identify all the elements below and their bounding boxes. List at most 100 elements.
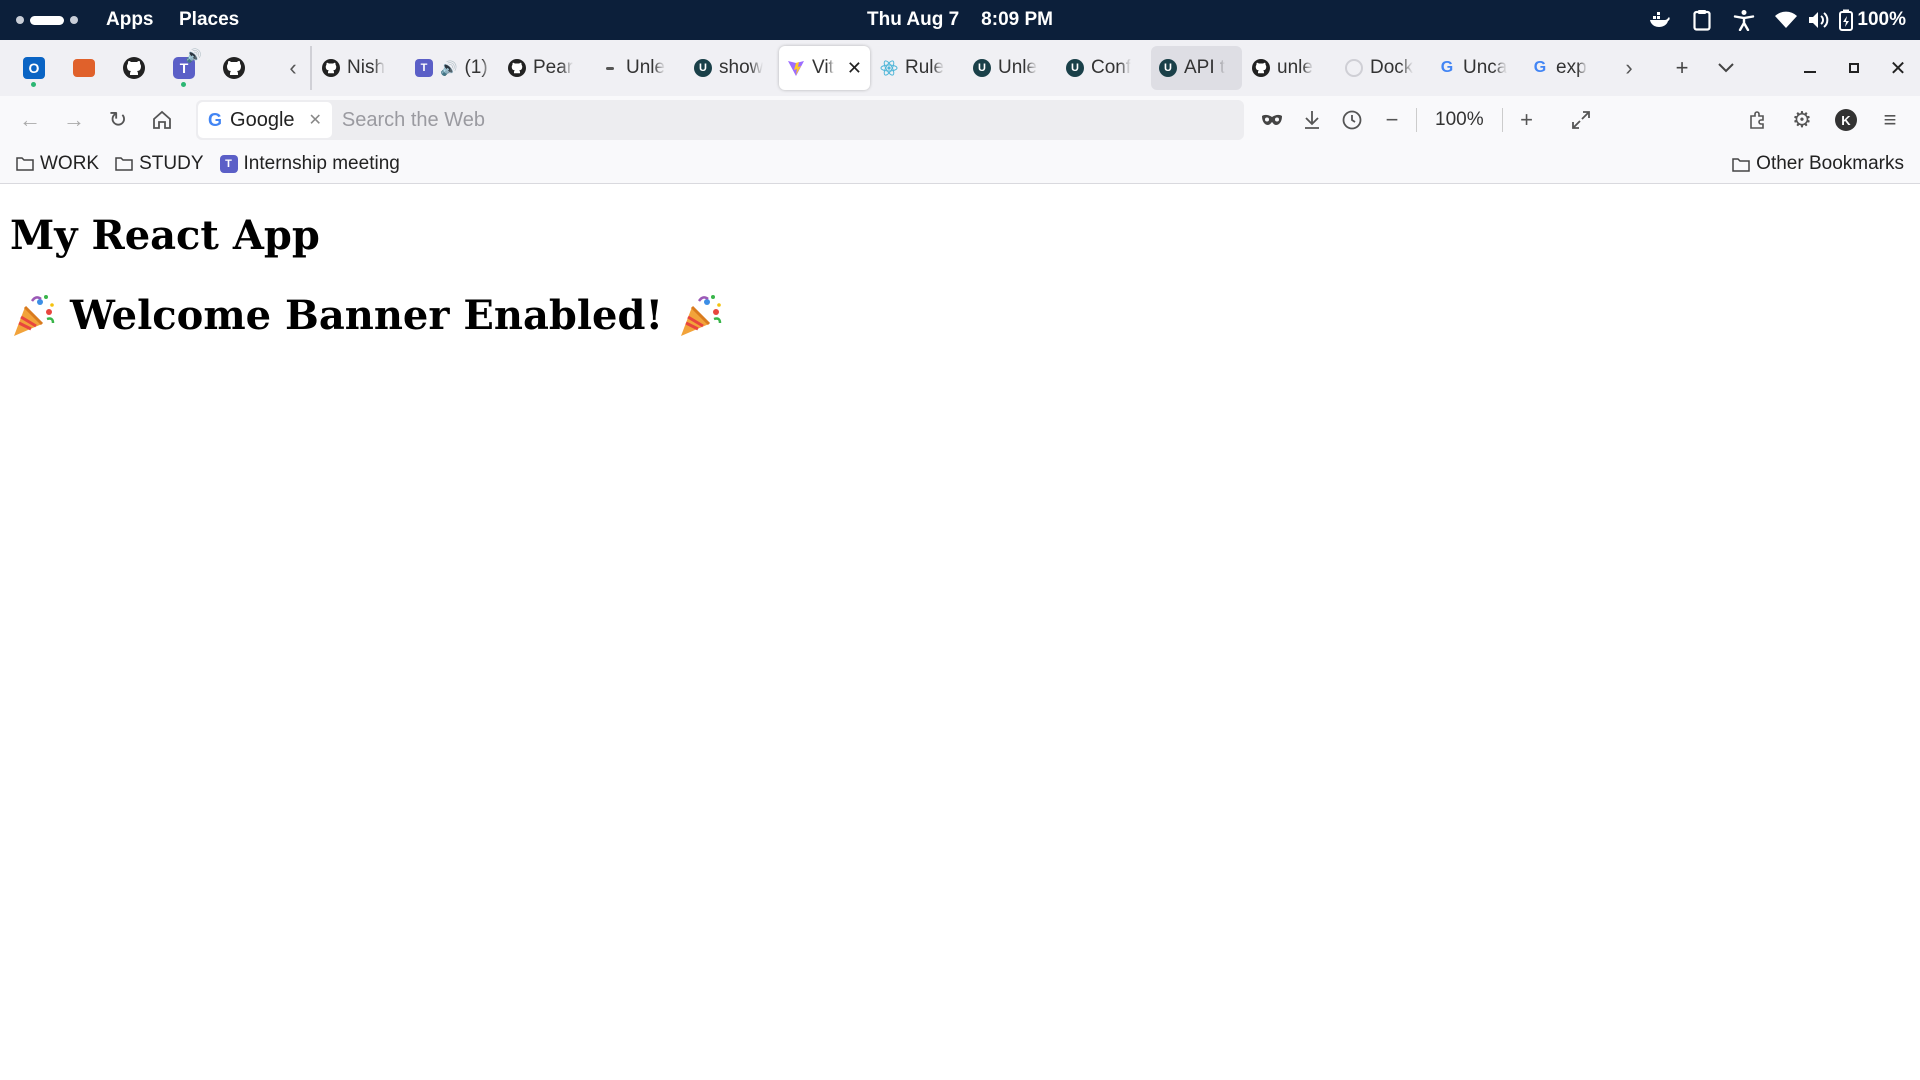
tab-3[interactable]: Unle: [593, 46, 684, 90]
new-tab-button[interactable]: +: [1660, 46, 1704, 90]
tab-5[interactable]: Vit ✕: [779, 46, 870, 90]
party-popper-icon: [14, 294, 55, 336]
tab-8[interactable]: U Conf: [1058, 46, 1149, 90]
history-button[interactable]: [1332, 100, 1372, 140]
tab-label: Vit: [812, 57, 834, 78]
bookmark-label: Other Bookmarks: [1756, 153, 1904, 174]
chevron-down-icon: [1718, 63, 1734, 73]
loading-icon: [1345, 59, 1363, 77]
navigation-toolbar: ← → ↻ G Google ✕ − 100% +: [0, 96, 1920, 144]
activities-indicator[interactable]: [16, 0, 78, 40]
pinned-tab-github-2[interactable]: [212, 46, 256, 90]
chevron-right-icon: ›: [1625, 55, 1633, 80]
folder-icon: [16, 157, 34, 171]
bookmark-folder-study[interactable]: STUDY: [107, 148, 211, 180]
places-menu[interactable]: Places: [179, 0, 239, 40]
tab-label: Unca: [1463, 57, 1508, 78]
search-engine-chip[interactable]: G Google ✕: [198, 102, 332, 138]
docker-icon[interactable]: [1648, 8, 1672, 32]
tab-4[interactable]: Ushow: [686, 46, 777, 90]
folder-icon: [1732, 157, 1750, 172]
tab-1[interactable]: T 🔊 (1) Cl: [407, 46, 498, 90]
volume-icon[interactable]: [1806, 8, 1830, 32]
bookmark-label: WORK: [40, 152, 100, 174]
bookmark-folder-work[interactable]: WORK: [8, 148, 107, 180]
zoom-in-button[interactable]: +: [1507, 100, 1547, 140]
tab-12[interactable]: G Unca: [1430, 46, 1521, 90]
google-icon: G: [1440, 59, 1454, 76]
fullscreen-button[interactable]: [1561, 100, 1601, 140]
pinned-tab-teams[interactable]: T 🔊: [162, 46, 206, 90]
tab-9[interactable]: U API t: [1151, 46, 1242, 90]
other-bookmarks-folder[interactable]: Other Bookmarks: [1724, 148, 1912, 180]
zoom-level[interactable]: 100%: [1421, 109, 1498, 131]
clipboard-icon[interactable]: [1690, 8, 1714, 32]
search-input[interactable]: [331, 102, 1244, 138]
date-label[interactable]: Thu Aug 7: [867, 9, 959, 31]
unleash-icon: U: [1159, 59, 1177, 77]
downloads-button[interactable]: [1292, 100, 1332, 140]
tab-label: unle: [1277, 57, 1313, 78]
minimize-button[interactable]: [1788, 46, 1832, 90]
tab-label: (1) Cl: [464, 57, 490, 78]
system-top-bar: Apps Places Thu Aug 7 8:09 PM 100%: [0, 0, 1920, 40]
avatar: K: [1835, 109, 1857, 131]
settings-button[interactable]: ⚙: [1782, 100, 1822, 140]
private-browsing-button[interactable]: [1252, 100, 1292, 140]
pinned-tab-outlook[interactable]: O: [12, 46, 56, 90]
bookmark-internship-meeting[interactable]: T Internship meeting: [212, 148, 408, 180]
tab-0[interactable]: Nish: [314, 46, 405, 90]
page-tools: − 100% +: [1252, 100, 1601, 140]
zoom-out-button[interactable]: −: [1372, 100, 1412, 140]
welcome-banner: Welcome Banner Enabled!: [10, 292, 723, 339]
search-engine-label: Google: [230, 108, 295, 131]
scroll-tabs-right-button[interactable]: ›: [1614, 46, 1644, 90]
battery-indicator[interactable]: 100%: [1838, 8, 1906, 32]
scroll-tabs-left-button[interactable]: ‹: [278, 46, 308, 90]
unleash-icon: U: [1066, 59, 1084, 77]
apps-menu[interactable]: Apps: [106, 0, 154, 40]
maximize-button[interactable]: [1832, 46, 1876, 90]
reload-button[interactable]: ↻: [98, 100, 138, 140]
home-button[interactable]: [142, 100, 182, 140]
tab-6[interactable]: Rule: [872, 46, 963, 90]
workspace-dot: [16, 16, 24, 24]
tab-10[interactable]: unle: [1244, 46, 1335, 90]
accessibility-icon[interactable]: [1732, 8, 1756, 32]
notification-dot: [181, 82, 186, 87]
github-icon: [508, 59, 526, 77]
tab-11[interactable]: Dock: [1337, 46, 1428, 90]
download-icon: [1305, 111, 1319, 129]
time-label[interactable]: 8:09 PM: [981, 9, 1053, 31]
battery-percent: 100%: [1857, 9, 1906, 30]
tab-label: Rule: [905, 57, 945, 78]
pinned-tab-briefcase[interactable]: [62, 46, 106, 90]
app-menu-button[interactable]: ≡: [1870, 100, 1910, 140]
speaker-icon[interactable]: 🔊: [440, 60, 457, 77]
close-window-button[interactable]: ✕: [1876, 46, 1920, 90]
gear-icon: ⚙: [1792, 107, 1812, 132]
tab-label: Conf: [1091, 57, 1132, 78]
list-all-tabs-button[interactable]: [1704, 46, 1748, 90]
address-bar[interactable]: G Google ✕: [196, 100, 1244, 140]
remove-engine-button[interactable]: ✕: [309, 110, 322, 130]
tab-label: Unle: [626, 57, 666, 78]
forward-button[interactable]: →: [54, 100, 94, 140]
close-tab-icon[interactable]: ✕: [847, 58, 862, 79]
wifi-icon[interactable]: [1774, 8, 1798, 32]
status-area[interactable]: 100%: [1648, 0, 1906, 40]
tab-label: show: [719, 57, 764, 78]
extensions-button[interactable]: [1738, 100, 1778, 140]
expand-icon: [1571, 111, 1590, 129]
clock-icon: [1342, 110, 1362, 130]
tab-2[interactable]: Pear: [500, 46, 591, 90]
account-button[interactable]: K: [1826, 100, 1866, 140]
pinned-tab-github[interactable]: [112, 46, 156, 90]
back-button[interactable]: ←: [10, 100, 50, 140]
react-icon: [880, 59, 898, 77]
bookmarks-toolbar: WORK STUDY T Internship meeting Other Bo…: [0, 144, 1920, 184]
tab-13[interactable]: Gexp: [1523, 46, 1614, 90]
tab-7[interactable]: U Unle: [965, 46, 1056, 90]
notification-dot: [31, 82, 36, 87]
google-icon: G: [208, 109, 223, 130]
